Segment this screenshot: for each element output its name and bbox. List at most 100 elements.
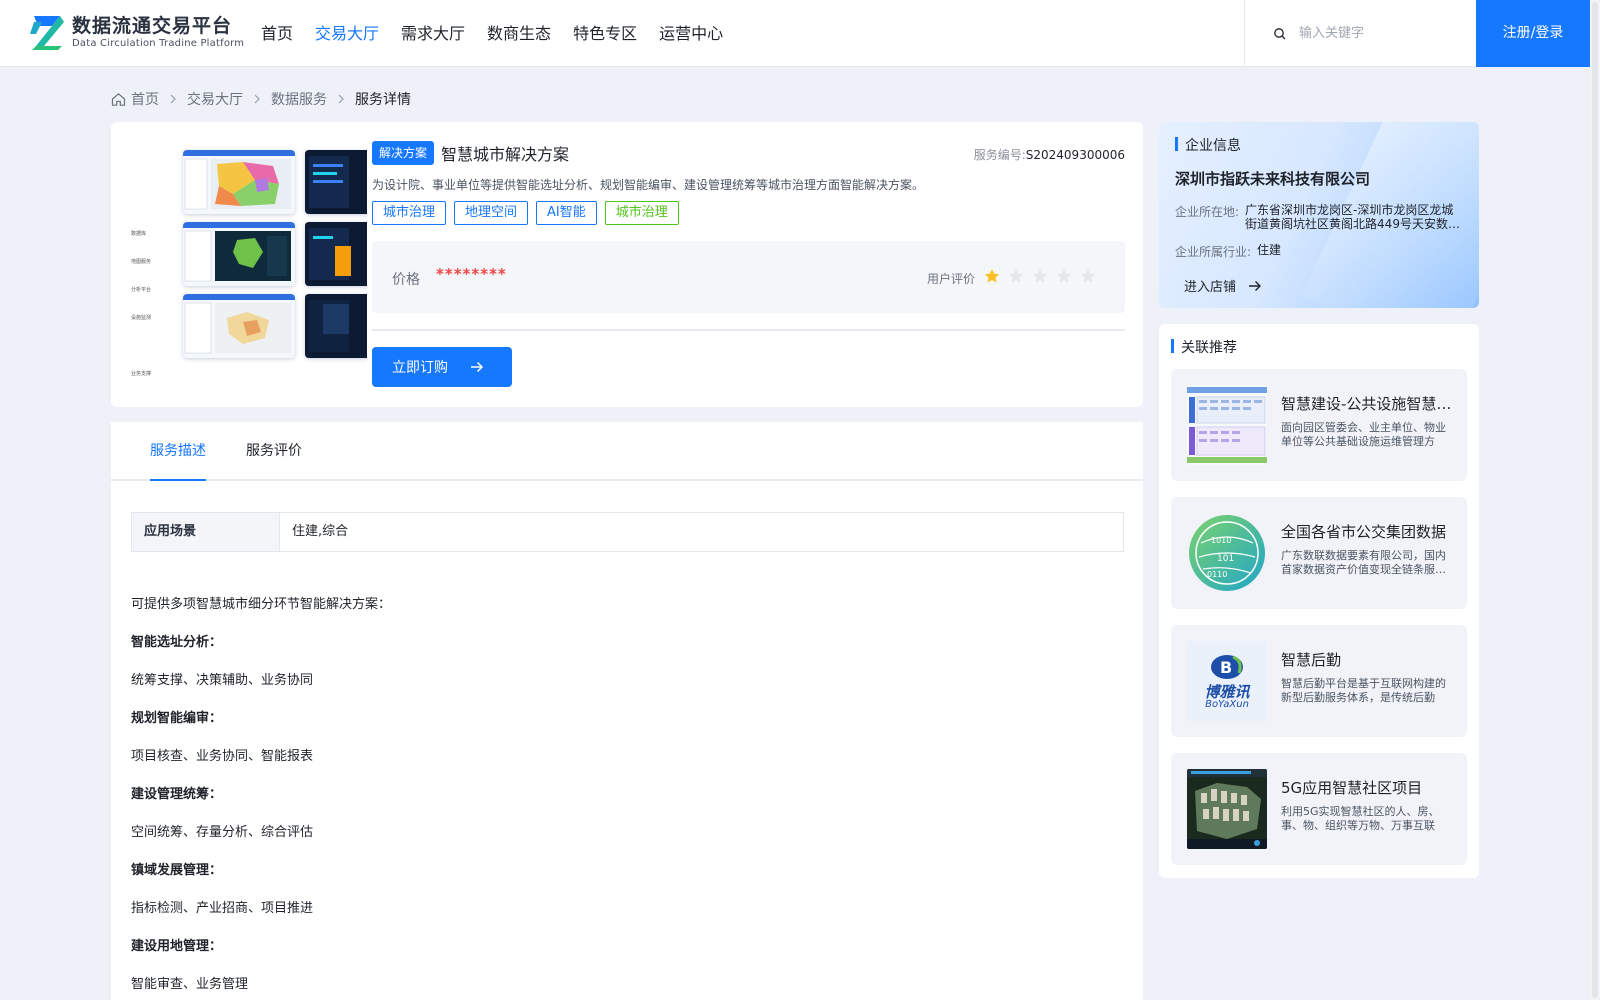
arrow-right-icon [1249, 280, 1262, 291]
product-card: 数据库 地图服务 分析平台 设施监测 业务支撑 解决方案 智慧城市解决方案 服务… [111, 122, 1143, 407]
star-empty-icon [1008, 269, 1024, 283]
gallery-thumb-dark-2[interactable] [305, 222, 367, 286]
enter-shop-link[interactable]: 进入店铺 [1184, 276, 1262, 295]
star-empty-icon [1032, 269, 1048, 283]
content-paragraph: 空间统筹、存量分析、综合评估 [131, 825, 314, 840]
content-paragraph: 智能审查、业务管理 [131, 977, 249, 992]
content-paragraph: 指标检测、产业招商、项目推进 [131, 901, 314, 916]
login-register-button[interactable]: 注册/登录 [1476, 0, 1590, 67]
tag[interactable]: 城市治理 [604, 201, 679, 225]
product-description: 为设计院、事业单位等提供智能选址分析、规划智能编审、建设管理统筹等城市治理方面智… [372, 178, 925, 192]
content-paragraph: 可提供多项智慧城市细分环节智能解决方案： [131, 597, 392, 612]
tag[interactable]: 城市治理 [372, 201, 447, 225]
recommend-item[interactable]: 5G应用智慧社区项目 利用5G实现智慧社区的人、房、事、物、组织等万物、万事互联 [1171, 753, 1467, 865]
buy-now-button[interactable]: 立即订购 [372, 347, 512, 387]
recommend-desc: 利用5G实现智慧社区的人、房、事、物、组织等万物、万事互联 [1281, 805, 1440, 832]
star-empty-icon [1080, 269, 1096, 283]
nav-item-0[interactable]: 首页 [250, 0, 304, 67]
breadcrumb-current: 服务详情 [355, 92, 411, 108]
breadcrumb-trading-hall[interactable]: 交易大厅 [187, 89, 243, 109]
nav-item-5[interactable]: 运营中心 [648, 0, 734, 67]
chevron-right-icon [170, 94, 176, 104]
recommend-desc: 智慧后勤平台是基于互联网构建的新型后勤服务体系，是传统后勤 [1281, 677, 1446, 704]
recommend-desc: 面向园区管委会、业主单位、物业单位等公共基础设施运维管理方 [1281, 421, 1446, 448]
type-badge: 解决方案 [372, 141, 435, 165]
company-industry-row: 企业所属行业: 住建 [1175, 243, 1281, 260]
recommend-title: 智慧建设-公共设施智慧运维 [1281, 395, 1453, 413]
content-heading: 规划智能编审： [131, 711, 223, 726]
recommend-thumb-boyaxun-logo: B 博雅讯 BoYaXun [1187, 641, 1267, 721]
company-info-card: 企业信息 深圳市指跃未来科技有限公司 企业所在地: 广东省深圳市龙岗区-深圳市龙… [1159, 122, 1479, 308]
page-scrollbar[interactable] [1590, 0, 1600, 1000]
tab-service-reviews[interactable]: 服务评价 [246, 422, 302, 481]
nav-item-2[interactable]: 需求大厅 [390, 0, 476, 67]
recommend-section-title: 关联推荐 [1171, 337, 1237, 357]
detail-tabs: 服务描述 服务评价 [111, 422, 1143, 481]
recommend-thumb-city-aerial [1187, 769, 1267, 849]
recommend-item[interactable]: 智慧建设-公共设施智慧运维 面向园区管委会、业主单位、物业单位等公共基础设施运维… [1171, 369, 1467, 481]
recommend-thumb-binary-globe: 1010 101 0110 [1187, 513, 1267, 593]
logo-subtitle: Data Circulation Tradine Platform [72, 38, 245, 49]
arrow-right-icon [471, 361, 484, 373]
chevron-right-icon [338, 94, 344, 104]
site-logo[interactable]: 数据流通交易平台 Data Circulation Tradine Platfo… [30, 14, 244, 52]
tag[interactable]: 地理空间 [454, 201, 529, 225]
breadcrumb-home[interactable]: 首页 [131, 89, 159, 109]
gallery-thumb-map[interactable] [183, 150, 295, 214]
top-header: 数据流通交易平台 Data Circulation Tradine Platfo… [0, 0, 1590, 67]
recommend-item[interactable]: 1010 101 0110 全国各省市公交集团数据 广东数联数据要素有限公司，国… [1171, 497, 1467, 609]
search-box [1244, 0, 1477, 67]
related-recommendations: 关联推荐 智慧建设-公共设施智慧运维 面向园区管委会、业主单位、物业单位等公共基… [1159, 324, 1479, 878]
service-serial: 服务编号:S202409300006 [974, 146, 1125, 163]
logo-title: 数据流通交易平台 [72, 15, 233, 37]
content-paragraph: 统筹支撑、决策辅助、业务协同 [131, 673, 314, 688]
tab-service-description[interactable]: 服务描述 [150, 422, 206, 481]
star-filled-icon [984, 269, 1000, 283]
gallery-label: 业务支撑 [131, 371, 152, 377]
content-paragraph: 项目核查、业务协同、智能报表 [131, 749, 314, 764]
breadcrumb-data-service[interactable]: 数据服务 [271, 89, 327, 109]
content-heading: 建设管理统筹： [131, 787, 223, 802]
gallery-label: 地图服务 [131, 259, 152, 265]
search-input[interactable] [1299, 26, 1469, 41]
description-content: 可提供多项智慧城市细分环节智能解决方案： 智能选址分析： 统筹支撑、决策辅助、业务协… [131, 586, 1111, 1000]
home-icon [111, 92, 126, 106]
search-icon[interactable] [1273, 27, 1287, 41]
price-value: ******** [436, 265, 507, 283]
gallery-side-labels: 数据库 地图服务 分析平台 设施监测 业务支撑 [129, 146, 189, 386]
enter-shop-label: 进入店铺 [1184, 280, 1237, 295]
logo-mark-icon [30, 16, 64, 50]
gallery-thumb-dark-3[interactable] [305, 294, 367, 358]
divider [372, 329, 1125, 331]
company-location-value: 广东省深圳市龙岗区-深圳市龙岗区龙城街道黄阁坑社区黄阁北路449号天安数码城 [1245, 203, 1460, 231]
chevron-right-icon [254, 94, 260, 104]
nav-item-3[interactable]: 数商生态 [476, 0, 562, 67]
recommend-title: 智慧后勤 [1281, 651, 1342, 669]
tag[interactable]: AI智能 [536, 201, 597, 225]
price-label: 价格 [392, 272, 420, 288]
scrollbar-thumb[interactable] [1592, 2, 1598, 998]
svg-text:0110: 0110 [1207, 570, 1227, 579]
gallery-thumb-dark-1[interactable] [305, 150, 367, 214]
rating-stars [984, 268, 1096, 284]
gallery-label: 设施监测 [131, 315, 152, 321]
application-scene-table: 应用场景 住建,综合 [131, 512, 1124, 552]
company-name: 深圳市指跃未来科技有限公司 [1175, 170, 1371, 188]
main-nav: 首页 交易大厅 需求大厅 数商生态 特色专区 运营中心 [250, 0, 734, 67]
gallery-label: 数据库 [131, 231, 147, 237]
product-gallery[interactable]: 数据库 地图服务 分析平台 设施监测 业务支撑 [129, 146, 367, 386]
boyaxun-logo-sub: BoYaXun [1205, 699, 1249, 710]
nav-item-4[interactable]: 特色专区 [562, 0, 648, 67]
detail-card: 服务描述 服务评价 应用场景 住建,综合 可提供多项智慧城市细分环节智能解决方案… [111, 422, 1143, 1000]
gallery-thumb-dashboard[interactable] [183, 222, 295, 286]
nav-item-1[interactable]: 交易大厅 [304, 0, 390, 67]
serial-label: 服务编号: [973, 148, 1026, 162]
tag-list: 城市治理 地理空间 AI智能 城市治理 [372, 201, 1125, 225]
recommend-item[interactable]: B 博雅讯 BoYaXun 智慧后勤 智慧后勤平台是基于互联网构建的新型后勤服务… [1171, 625, 1467, 737]
gallery-thumb-analysis[interactable] [183, 294, 295, 358]
scene-key: 应用场景 [132, 513, 280, 551]
recommend-title: 5G应用智慧社区项目 [1281, 779, 1423, 797]
serial-value: S202409300006 [1025, 148, 1125, 162]
content-heading: 镇域发展管理： [131, 863, 223, 878]
buy-now-label: 立即订购 [392, 360, 448, 376]
